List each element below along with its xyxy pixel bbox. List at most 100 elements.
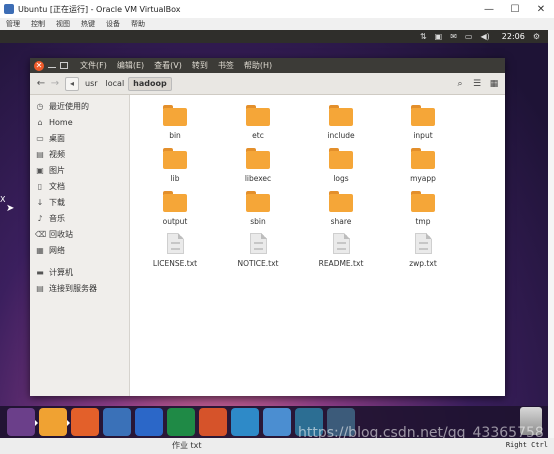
search-icon[interactable]: ⌕ [453,77,467,91]
folder-item[interactable]: lib [140,148,210,183]
sidebar-item-label: 视频 [49,149,65,159]
breadcrumb-root-icon[interactable]: ◂ [65,76,79,91]
close-icon[interactable]: ✕ [34,60,44,71]
menu-devices[interactable]: 设备 [106,19,120,29]
input-method-icon[interactable]: ▣ [435,32,443,41]
item-label: input [413,131,433,140]
menu-file[interactable]: 文件(F) [80,60,107,71]
breadcrumb-usr[interactable]: usr [81,77,102,91]
excel-icon[interactable] [167,408,195,436]
folder-item[interactable]: share [306,191,376,226]
vbox-title-bar: Ubuntu [正在运行] - Oracle VM VirtualBox — ☐… [0,0,554,18]
folder-item[interactable]: myapp [388,148,458,183]
menu-view[interactable]: 查看(V) [154,60,182,71]
window-controls: — ☐ ✕ [476,0,554,18]
vbox-frame-edge [548,30,554,438]
image-icon: ▣ [36,165,44,175]
ubuntu-top-panel: ⇅ ▣ ✉ ▭ ◀) 22:06 ⚙ [0,30,548,43]
item-label: README.txt [318,259,364,268]
firefox-icon[interactable] [67,408,99,436]
sidebar-item-recent[interactable]: ◷ 最近使用的 [30,98,129,114]
running-indicator [35,420,38,426]
sidebar-item-music[interactable]: ♪ 音乐 [30,210,129,226]
sidebar-item-trash[interactable]: ⌫ 回收站 [30,226,129,242]
list-view-icon[interactable]: ☰ [470,77,484,91]
menu-control[interactable]: 控制 [31,19,45,29]
ubuntu-logo-icon[interactable] [7,408,35,436]
text-file-icon [249,233,267,254]
sidebar-item-pictures[interactable]: ▣ 图片 [30,162,129,178]
close-icon[interactable]: ✕ [528,0,554,18]
menu-hotkey[interactable]: 热键 [81,19,95,29]
folder-item[interactable]: include [306,105,376,140]
breadcrumb-local[interactable]: local [102,77,129,91]
ubuntu-kylin-icon[interactable] [231,408,259,436]
forward-arrow-icon[interactable]: → [48,77,62,91]
sidebar-item-label: Home [49,117,73,127]
minimize-icon[interactable] [48,62,56,68]
sidebar-item-label: 网络 [49,245,65,255]
folder-item[interactable]: logs [306,148,376,183]
network-icon: ▦ [36,245,44,255]
mouse-cursor-icon: ➤ [6,203,15,214]
minimize-icon[interactable]: — [476,0,502,18]
menu-help[interactable]: 帮助(H) [244,60,272,71]
menu-manage[interactable]: 管理 [6,19,20,29]
sidebar-item-connect-server[interactable]: ▤ 连接到服务器 [30,280,129,296]
item-label: share [330,217,352,226]
folder-item[interactable]: tmp [388,191,458,226]
battery-icon[interactable]: ▭ [465,32,473,41]
files-icon[interactable] [35,408,67,436]
desktop-icon: ▭ [36,133,44,143]
power-gear-icon[interactable]: ⚙ [533,32,540,41]
chromium-icon[interactable] [103,408,131,436]
grid-view-icon[interactable]: ▦ [487,77,501,91]
folder-item[interactable]: bin [140,105,210,140]
sidebar-item-desktop[interactable]: ▭ 桌面 [30,130,129,146]
back-arrow-icon[interactable]: ← [34,77,48,91]
folder-item[interactable]: libexec [223,148,293,183]
breadcrumb-hadoop[interactable]: hadoop [128,76,172,91]
menu-edit[interactable]: 编辑(E) [117,60,144,71]
menu-help[interactable]: 帮助 [131,19,145,29]
sidebar-item-label: 文档 [49,181,65,191]
file-item[interactable]: LICENSE.txt [140,233,210,268]
video-icon: ▤ [36,149,44,159]
text-file-icon [332,233,350,254]
trash-icon: ⌫ [35,229,47,239]
software-center-icon[interactable] [263,408,291,436]
sidebar-item-videos[interactable]: ▤ 视频 [30,146,129,162]
folder-item[interactable]: sbin [223,191,293,226]
powerpoint-icon[interactable] [199,408,227,436]
maximize-icon[interactable]: ☐ [502,0,528,18]
transfer-icon[interactable]: ⇅ [420,32,427,41]
folder-item[interactable]: output [140,191,210,226]
sidebar-item-network[interactable]: ▦ 网络 [30,242,129,258]
text-file-icon [414,233,432,254]
desktop-edge-label: X [0,195,6,204]
running-indicator [67,420,70,426]
folder-icon [411,148,435,169]
folder-icon [329,105,353,126]
menu-view[interactable]: 视图 [56,19,70,29]
item-label: myapp [410,174,436,183]
menu-bookmarks[interactable]: 书签 [218,60,234,71]
volume-icon[interactable]: ◀) [480,32,489,41]
file-item[interactable]: README.txt [306,233,376,268]
sidebar-item-downloads[interactable]: ↓ 下载 [30,194,129,210]
file-grid: bin etc include input lib libexec logs myapp out… [131,95,505,396]
folder-item[interactable]: etc [223,105,293,140]
file-manager-menubar: ✕ 文件(F) 编辑(E) 查看(V) 转到 书签 帮助(H) [30,58,505,73]
word-icon[interactable] [135,408,163,436]
maximize-icon[interactable] [60,62,68,69]
sidebar-item-home[interactable]: ⌂ Home [30,114,129,130]
file-item[interactable]: zwp.txt [388,233,458,268]
panel-clock[interactable]: 22:06 [502,32,525,41]
menu-go[interactable]: 转到 [192,60,208,71]
sidebar-item-computer[interactable]: ▬ 计算机 [30,264,129,280]
file-item[interactable]: NOTICE.txt [223,233,293,268]
file-manager-toolbar: ← → ◂ usr local hadoop ⌕ ☰ ▦ [30,73,505,95]
sidebar-item-documents[interactable]: ▯ 文档 [30,178,129,194]
folder-item[interactable]: input [388,105,458,140]
mail-icon[interactable]: ✉ [450,32,457,41]
